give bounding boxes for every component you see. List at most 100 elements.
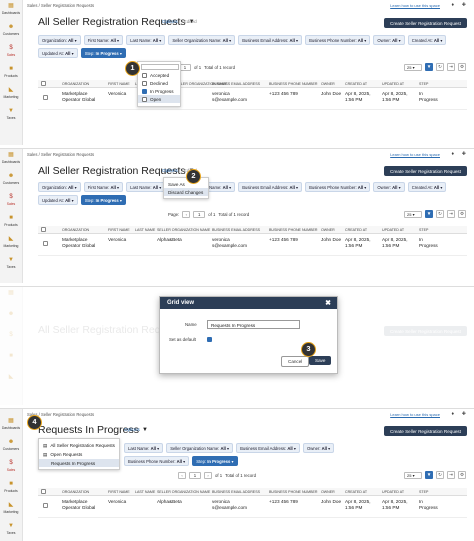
gear-icon[interactable]: ⚙ [458,471,466,479]
save-as-item[interactable]: Save As [164,180,208,188]
create-button[interactable]: Create Seller Registration Request [384,166,467,176]
filter-seller-org[interactable]: Seller Organization Name: All ▾ [166,443,234,454]
view-option-in-progress[interactable]: Requests In Progress [39,459,119,467]
export-icon[interactable]: ⇥ [447,471,455,479]
pin-icon[interactable]: ✚ [462,2,466,8]
select-all-checkbox[interactable] [41,489,46,494]
filter-last-name[interactable]: Last Name: All ▾ [126,35,166,46]
view-option-open[interactable]: ▤ Open Requests [39,450,119,459]
step-search-input[interactable] [141,64,179,70]
row-checkbox[interactable] [43,95,48,100]
refresh-icon[interactable]: ↻ [436,63,444,71]
page-size-select[interactable]: 25 ▾ [404,210,422,218]
bell-icon[interactable]: ♦ [451,411,454,417]
filter-first-name[interactable]: First Name: All ▾ [83,182,124,193]
filter-seller-org[interactable]: Seller Organization Name: All ▾ [168,35,236,46]
prev-page-button[interactable]: ‹ [178,472,186,479]
filter-step[interactable]: Step: In Progress ▾ [192,456,238,467]
filter-step[interactable]: Step: In Progress ▾ [80,48,126,59]
prev-page-button[interactable]: ‹ [182,211,191,218]
learn-link[interactable]: Learn how to use this space [390,412,440,417]
filter-last-name[interactable]: Last Name: All ▾ [124,443,164,454]
sidebar-item-customers[interactable]: ☻ Customers [0,436,22,457]
next-page-button[interactable]: › [204,472,212,479]
sidebar-item-products[interactable]: ■ Products [0,212,22,233]
filter-phone[interactable]: Business Phone Number: All ▾ [305,35,371,46]
sidebar-item-customers[interactable]: ☻ Customers [0,170,22,191]
gear-icon[interactable]: ⚙ [458,210,466,218]
export-icon[interactable]: ⇥ [447,210,455,218]
filter-last-name[interactable]: Last Name: All ▾ [126,182,166,193]
page-size-select[interactable]: 25 ▾ [404,63,422,71]
sidebar-item-taxes[interactable]: ▼ Taxes [0,254,22,275]
step-option-open[interactable]: Open [138,95,180,103]
table-row[interactable]: Marketplace Operator Global Veronica ver… [38,88,467,110]
bell-icon[interactable]: ♦ [451,151,454,157]
cancel-button[interactable]: Cancel [281,356,310,367]
page-number-input[interactable]: 1 [189,472,201,479]
filter-phone[interactable]: Business Phone Number: All ▾ [305,182,371,193]
sidebar-item-sales[interactable]: $ Sales [0,457,22,478]
sidebar-item-dashboards[interactable]: ▦ Dashboards [0,415,22,436]
filter-organization[interactable]: Organization: All ▾ [38,35,81,46]
save-button[interactable]: Save [309,356,332,365]
sidebar-item-dashboards[interactable]: ▦ Dashboards [0,149,22,170]
create-button[interactable]: Create Seller Registration Request [384,18,467,28]
filter-email[interactable]: Business Email Address: All ▾ [238,35,303,46]
filter-first-name[interactable]: First Name: All ▾ [83,35,124,46]
page-size-select[interactable]: 25 ▾ [404,471,422,479]
row-checkbox[interactable] [43,503,48,508]
discard-changes-item[interactable]: Discard Changes [164,188,208,196]
sidebar-item-products[interactable]: ■ Products [0,478,22,499]
options-menu[interactable]: Options [124,427,140,432]
gear-icon[interactable]: ⚙ [458,63,466,71]
filter-created-at[interactable]: Created At: All ▾ [407,182,447,193]
default-checkbox[interactable] [207,337,212,342]
page-number-input[interactable]: 1 [193,211,206,218]
sidebar-item-taxes[interactable]: ▼ Taxes [0,105,22,126]
view-option-all[interactable]: ▤ All Seller Registration Requests [39,441,119,450]
filter-icon[interactable]: ▼ [425,471,433,479]
row-checkbox[interactable] [43,241,48,246]
sidebar-item-sales[interactable]: $ Sales [0,191,22,212]
filter-owner[interactable]: Owner: All ▾ [373,35,405,46]
filter-icon[interactable]: ▼ [425,210,433,218]
step-option-in-progress[interactable]: In Progress [138,87,180,95]
sidebar-item-marketing[interactable]: ◣ Marketing [0,233,22,254]
filter-updated-at[interactable]: Updated At: All ▾ [38,48,78,59]
bell-icon[interactable]: ♦ [451,2,454,8]
name-input[interactable]: Requests In Progress [207,320,300,329]
sidebar-item-taxes[interactable]: ▼ Taxes [0,520,22,541]
close-icon[interactable]: ✖ [325,299,331,307]
export-icon[interactable]: ⇥ [447,63,455,71]
filter-step[interactable]: Step: In Progress ▾ [80,195,126,206]
select-all-checkbox[interactable] [41,227,46,232]
pin-icon[interactable]: ✚ [462,411,466,417]
sidebar-item-products[interactable]: ■ Products [0,63,22,84]
filter-email[interactable]: Business Email Address: All ▾ [236,443,300,454]
filter-organization[interactable]: Organization: All ▾ [38,182,81,193]
sidebar-item-customers[interactable]: ☻ Customers [0,21,22,42]
learn-link[interactable]: Learn how to use this space [390,3,440,8]
filter-owner[interactable]: Owner: All ▾ [302,443,335,454]
step-option-accepted[interactable]: Accepted [138,71,180,79]
filter-created-at[interactable]: Created At: All ▾ [407,35,447,46]
step-option-declined[interactable]: Declined [138,79,180,87]
create-button[interactable]: Create Seller Registration Request [384,426,467,436]
sidebar-item-dashboards[interactable]: ▦ Dashboards [0,0,22,21]
sidebar-item-sales[interactable]: $ Sales [0,42,22,63]
filter-icon[interactable]: ▼ [425,63,433,71]
sidebar-item-marketing[interactable]: ◣ Marketing [0,84,22,105]
refresh-icon[interactable]: ↻ [436,471,444,479]
options-menu[interactable]: Options- Edited [162,19,197,24]
filter-phone[interactable]: Business Phone Number: All ▾ [124,456,190,467]
table-row[interactable]: Marketplace Operator Global Veronica Alp… [38,496,467,518]
table-row[interactable]: Marketplace Operator Global Veronica Alp… [38,234,467,256]
filter-email[interactable]: Business Email Address: All ▾ [238,182,303,193]
learn-link[interactable]: Learn how to use this space [390,152,440,157]
filter-owner[interactable]: Owner: All ▾ [373,182,405,193]
filter-updated-at[interactable]: Updated At: All ▾ [38,195,78,206]
refresh-icon[interactable]: ↻ [436,210,444,218]
pin-icon[interactable]: ✚ [462,151,466,157]
select-all-checkbox[interactable] [41,81,46,86]
